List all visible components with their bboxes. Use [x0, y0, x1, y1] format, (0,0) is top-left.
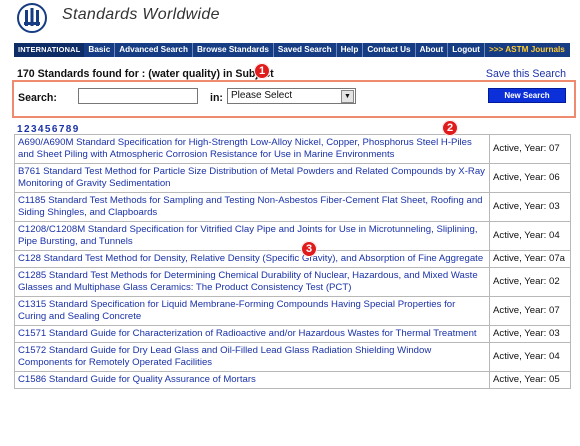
result-status: Active, Year: 03: [489, 325, 571, 343]
table-row: B761 Standard Test Method for Particle S…: [14, 163, 571, 193]
save-search-link[interactable]: Save this Search: [486, 68, 566, 80]
result-title-link[interactable]: C128 Standard Test Method for Density, R…: [14, 250, 490, 268]
search-input[interactable]: [78, 88, 198, 104]
nav-brand: INTERNATIONAL: [14, 43, 85, 57]
result-status: Active, Year: 07: [489, 134, 571, 164]
nav-item-contact-us[interactable]: Contact Us: [363, 43, 416, 57]
callout-marker-1: 1: [254, 63, 270, 79]
nav-item-astm-journals[interactable]: >>> ASTM Journals: [485, 43, 569, 57]
callout-marker-3: 3: [301, 241, 317, 257]
nav-item-logout[interactable]: Logout: [448, 43, 485, 57]
result-title-link[interactable]: C1572 Standard Guide for Dry Lead Glass …: [14, 342, 490, 372]
result-title-link[interactable]: C1315 Standard Specification for Liquid …: [14, 296, 490, 326]
result-title-link[interactable]: C1586 Standard Guide for Quality Assuran…: [14, 371, 490, 389]
result-status: Active, Year: 07a: [489, 250, 571, 268]
nav-item-browse-standards[interactable]: Browse Standards: [193, 43, 274, 57]
table-row: A690/A690M Standard Specification for Hi…: [14, 134, 571, 164]
results-summary: 170 Standards found for : (water quality…: [17, 68, 274, 80]
result-title-link[interactable]: C1571 Standard Guide for Characterizatio…: [14, 325, 490, 343]
site-title: Standards Worldwide: [62, 6, 220, 23]
header: Standards Worldwide: [0, 0, 580, 40]
chevron-down-icon[interactable]: ▼: [341, 90, 354, 103]
results-table: A690/A690M Standard Specification for Hi…: [14, 134, 571, 389]
select-value: Please Select: [231, 90, 293, 101]
result-status: Active, Year: 07: [489, 296, 571, 326]
new-search-button[interactable]: New Search: [488, 88, 566, 103]
nav-item-advanced-search[interactable]: Advanced Search: [115, 43, 193, 57]
main-nav: INTERNATIONAL Basic Advanced Search Brow…: [14, 43, 570, 57]
result-status: Active, Year: 03: [489, 192, 571, 222]
result-title-link[interactable]: C1285 Standard Test Methods for Determin…: [14, 267, 490, 297]
result-title-link[interactable]: B761 Standard Test Method for Particle S…: [14, 163, 490, 193]
nav-item-basic[interactable]: Basic: [84, 43, 116, 57]
table-row: C1285 Standard Test Methods for Determin…: [14, 267, 571, 297]
nav-item-saved-search[interactable]: Saved Search: [274, 43, 337, 57]
search-label: Search:: [18, 92, 57, 104]
callout-marker-2: 2: [442, 120, 458, 136]
table-row: C1586 Standard Guide for Quality Assuran…: [14, 371, 571, 389]
table-row: C1315 Standard Specification for Liquid …: [14, 296, 571, 326]
result-status: Active, Year: 06: [489, 163, 571, 193]
nav-item-help[interactable]: Help: [337, 43, 364, 57]
result-title-link[interactable]: A690/A690M Standard Specification for Hi…: [14, 134, 490, 164]
table-row: C1571 Standard Guide for Characterizatio…: [14, 325, 571, 343]
nav-item-about[interactable]: About: [416, 43, 449, 57]
table-row: C1208/C1208M Standard Specification for …: [14, 221, 571, 251]
result-status: Active, Year: 05: [489, 371, 571, 389]
search-in-label: in:: [210, 92, 223, 104]
table-row: C1185 Standard Test Methods for Sampling…: [14, 192, 571, 222]
search-field-select[interactable]: Please Select ▼: [227, 88, 356, 104]
table-row: C1572 Standard Guide for Dry Lead Glass …: [14, 342, 571, 372]
result-title-link[interactable]: C1185 Standard Test Methods for Sampling…: [14, 192, 490, 222]
result-status: Active, Year: 04: [489, 221, 571, 251]
astm-logo-icon: [17, 3, 47, 33]
result-status: Active, Year: 02: [489, 267, 571, 297]
result-status: Active, Year: 04: [489, 342, 571, 372]
result-title-link[interactable]: C1208/C1208M Standard Specification for …: [14, 221, 490, 251]
table-row: C128 Standard Test Method for Density, R…: [14, 250, 571, 268]
